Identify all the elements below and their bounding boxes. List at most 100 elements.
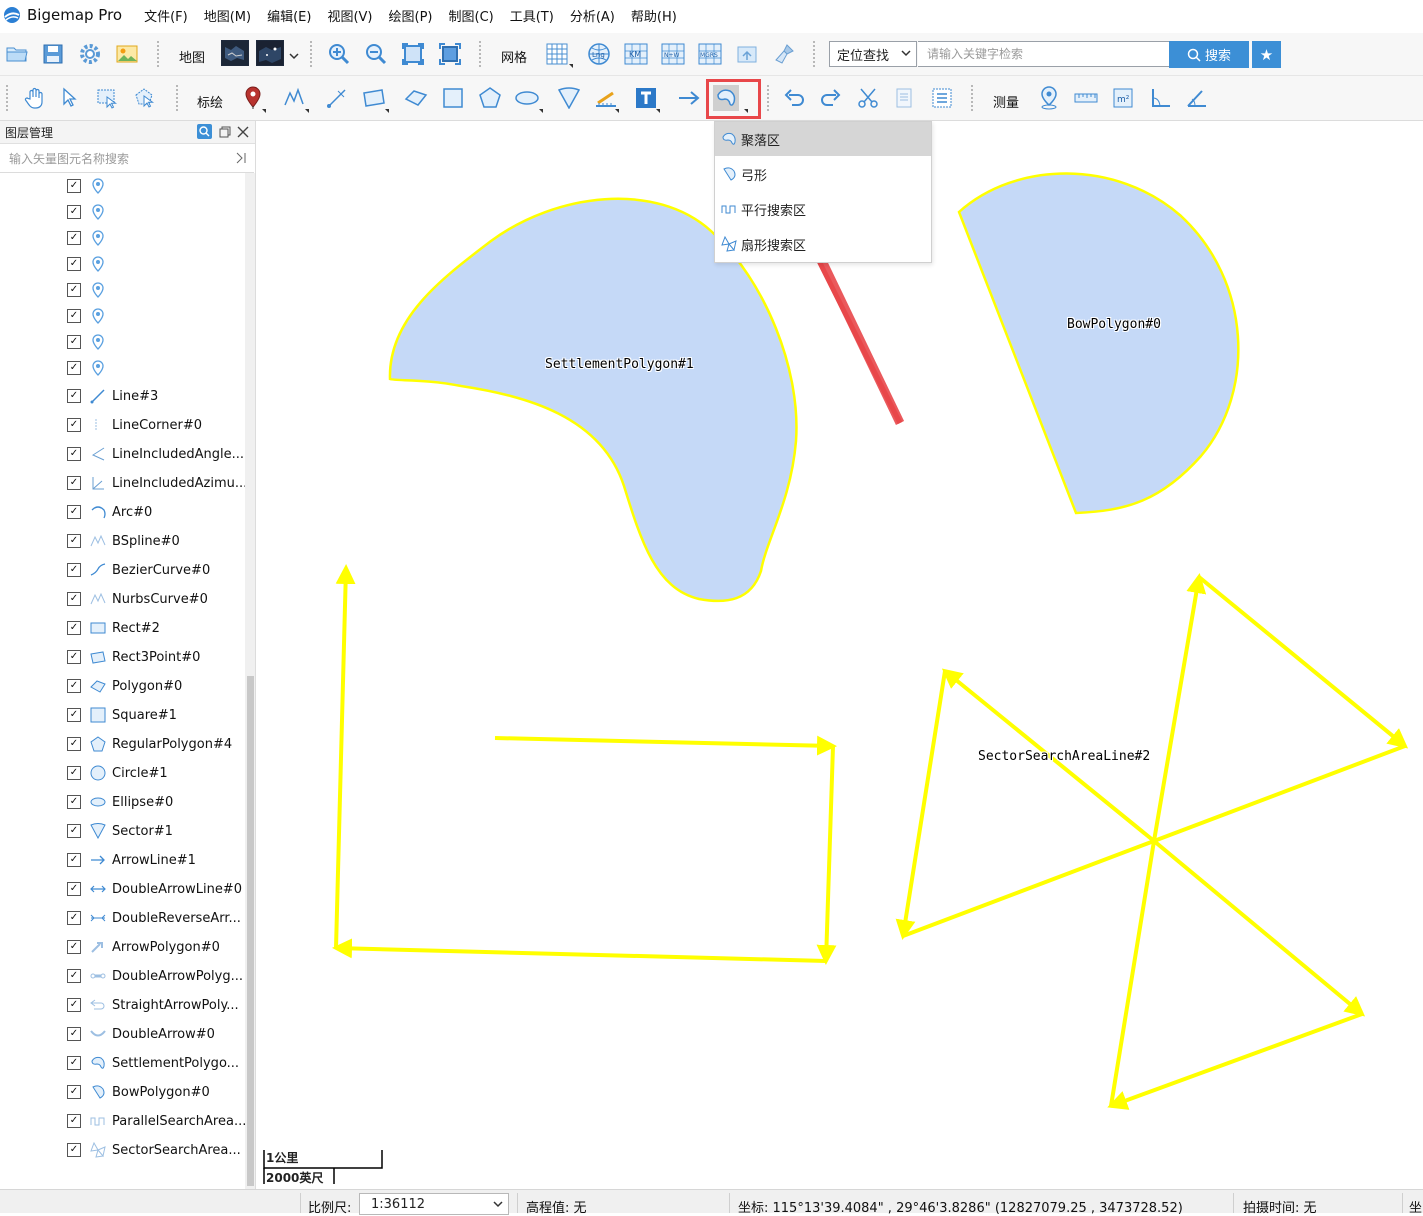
layer-visibility-checkbox[interactable]: ✓ <box>67 824 81 838</box>
layer-visibility-checkbox[interactable]: ✓ <box>67 447 81 461</box>
layer-item[interactable]: ✓ Sector#1 <box>0 818 245 844</box>
layer-item[interactable]: ✓ Square#1 <box>0 702 245 728</box>
toolbar-grip[interactable] <box>971 85 976 111</box>
parallel-search-area-line[interactable] <box>332 564 837 965</box>
menu-cartography[interactable]: 制图(C) <box>441 6 502 25</box>
layer-visibility-checkbox[interactable]: ✓ <box>67 795 81 809</box>
layer-visibility-checkbox[interactable]: ✓ <box>67 563 81 577</box>
layer-item[interactable]: ✓ <box>0 355 245 381</box>
layer-visibility-checkbox[interactable]: ✓ <box>67 257 81 271</box>
panel-search-toggle-icon[interactable] <box>197 124 212 139</box>
layer-visibility-checkbox[interactable]: ✓ <box>67 940 81 954</box>
layer-visibility-checkbox[interactable]: ✓ <box>67 534 81 548</box>
dropdown-item-bow[interactable]: 弓形 <box>715 157 931 191</box>
toolbar-grip[interactable] <box>310 41 315 67</box>
layer-visibility-checkbox[interactable]: ✓ <box>67 1056 81 1070</box>
zoom-in-icon[interactable] <box>326 41 352 67</box>
attribute-table-icon[interactable] <box>929 85 955 111</box>
layer-visibility-checkbox[interactable]: ✓ <box>67 335 81 349</box>
layer-item[interactable]: ✓ <box>0 251 245 277</box>
dropdown-item-settlement[interactable]: 聚落区 <box>715 122 931 156</box>
marker-pin-icon[interactable] <box>240 85 266 111</box>
layer-visibility-checkbox[interactable]: ✓ <box>67 1114 81 1128</box>
image-icon[interactable] <box>114 41 140 67</box>
layer-visibility-checkbox[interactable]: ✓ <box>67 911 81 925</box>
layer-visibility-checkbox[interactable]: ✓ <box>67 283 81 297</box>
favorite-button[interactable]: ★ <box>1252 41 1281 68</box>
layer-visibility-checkbox[interactable]: ✓ <box>67 205 81 219</box>
arrow-draw-icon[interactable] <box>676 85 702 111</box>
km-grid-icon[interactable]: KM <box>623 41 649 67</box>
layer-item[interactable]: ✓ <box>0 199 245 225</box>
satellite-map-icon[interactable] <box>221 40 249 66</box>
toolbar-grip[interactable] <box>6 85 11 111</box>
layer-visibility-checkbox[interactable]: ✓ <box>67 621 81 635</box>
menu-tools[interactable]: 工具(T) <box>502 6 562 25</box>
layer-item[interactable]: ✓ DoubleArrowPolyg... <box>0 963 245 989</box>
layer-item[interactable]: ✓ Rect#2 <box>0 615 245 641</box>
layer-visibility-checkbox[interactable]: ✓ <box>67 418 81 432</box>
toolbar-grip[interactable] <box>157 41 162 67</box>
square-draw-icon[interactable] <box>440 85 466 111</box>
layer-item[interactable]: ✓ DoubleArrowLine#0 <box>0 876 245 902</box>
layer-item[interactable]: ✓ LineCorner#0 <box>0 412 245 438</box>
bow-polygon[interactable] <box>957 172 1240 515</box>
layer-item[interactable]: ✓ <box>0 173 245 199</box>
menu-file[interactable]: 文件(F) <box>136 6 196 25</box>
layer-item[interactable]: ✓ Line#3 <box>0 383 245 409</box>
polygon-select-icon[interactable] <box>131 85 157 111</box>
layer-visibility-checkbox[interactable]: ✓ <box>67 853 81 867</box>
nw-grid-icon[interactable]: N+W <box>660 41 686 67</box>
layer-visibility-checkbox[interactable]: ✓ <box>67 766 81 780</box>
layer-item[interactable]: ✓ Circle#1 <box>0 760 245 786</box>
pentagon-draw-icon[interactable] <box>477 85 503 111</box>
layer-item[interactable]: ✓ <box>0 225 245 251</box>
layer-visibility-checkbox[interactable]: ✓ <box>67 969 81 983</box>
measure-angle-icon[interactable] <box>1147 85 1173 111</box>
toolbar-grip[interactable] <box>813 41 818 67</box>
polyline-icon[interactable] <box>281 85 307 111</box>
layer-visibility-checkbox[interactable]: ✓ <box>67 998 81 1012</box>
locate-type-select[interactable]: 定位查找 <box>829 41 917 67</box>
layer-item[interactable]: ✓ Ellipse#0 <box>0 789 245 815</box>
keyword-search-input[interactable] <box>918 41 1170 67</box>
layer-visibility-checkbox[interactable]: ✓ <box>67 505 81 519</box>
full-extent-icon[interactable] <box>400 41 426 67</box>
layer-visibility-checkbox[interactable]: ✓ <box>67 650 81 664</box>
layer-item[interactable]: ✓ Polygon#0 <box>0 673 245 699</box>
menu-edit[interactable]: 编辑(E) <box>259 6 319 25</box>
float-window-icon[interactable] <box>219 126 231 138</box>
layer-item[interactable]: ✓ ArrowPolygon#0 <box>0 934 245 960</box>
layer-item[interactable]: ✓ NurbsCurve#0 <box>0 586 245 612</box>
grid-icon[interactable] <box>544 41 570 67</box>
layer-visibility-checkbox[interactable]: ✓ <box>67 309 81 323</box>
text-label-icon[interactable] <box>633 85 659 111</box>
measure-area-icon[interactable]: m² <box>1110 85 1136 111</box>
chevron-down-icon[interactable] <box>289 53 299 61</box>
layer-visibility-checkbox[interactable]: ✓ <box>67 476 81 490</box>
settings-gear-icon[interactable] <box>77 41 103 67</box>
clear-brush-icon[interactable] <box>771 41 797 67</box>
layer-visibility-checkbox[interactable]: ✓ <box>67 708 81 722</box>
undo-icon[interactable] <box>781 85 807 111</box>
dropdown-item-parallel-search[interactable]: 平行搜索区 <box>715 192 931 226</box>
cut-scissors-icon[interactable] <box>855 85 881 111</box>
layer-item[interactable]: ✓ SectorSearchArea... <box>0 1137 245 1163</box>
export-image-icon[interactable] <box>734 41 760 67</box>
dropdown-item-sector-search[interactable]: 扇形搜索区 <box>715 227 931 261</box>
fit-view-icon[interactable] <box>437 41 463 67</box>
copy-icon[interactable] <box>892 85 918 111</box>
layer-item[interactable]: ✓ LineIncludedAngle... <box>0 441 245 467</box>
night-map-icon[interactable] <box>256 40 284 66</box>
freehand-line-icon[interactable] <box>324 85 350 111</box>
layer-item[interactable]: ✓ SettlementPolygo... <box>0 1050 245 1076</box>
layer-visibility-checkbox[interactable]: ✓ <box>67 179 81 193</box>
toolbar-grip[interactable] <box>479 41 484 67</box>
layer-item[interactable]: ✓ DoubleReverseArr... <box>0 905 245 931</box>
pan-hand-icon[interactable] <box>22 85 48 111</box>
layer-visibility-checkbox[interactable]: ✓ <box>67 882 81 896</box>
sector-search-area-line[interactable] <box>895 573 1409 1110</box>
ellipse-draw-icon[interactable] <box>514 85 540 111</box>
menu-analysis[interactable]: 分析(A) <box>562 6 623 25</box>
mgrs-grid-icon[interactable]: MGRS <box>697 41 723 67</box>
